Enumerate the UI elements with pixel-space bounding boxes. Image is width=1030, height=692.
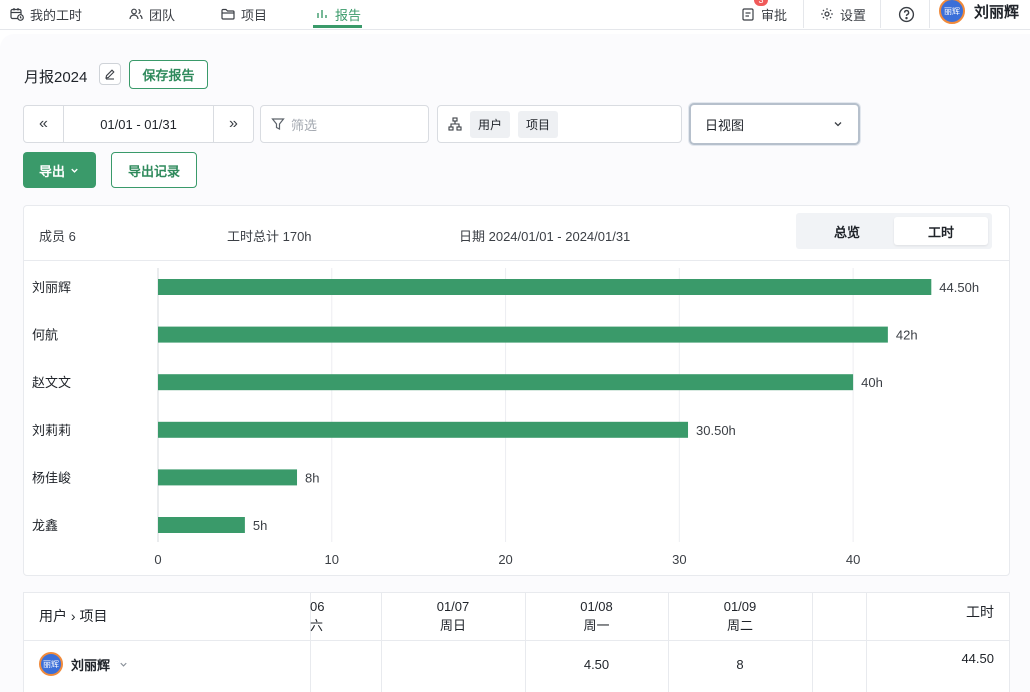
table-col-weekday: 周二 bbox=[726, 618, 753, 633]
chevron-down-icon bbox=[834, 122, 842, 127]
table-header-divider bbox=[24, 640, 1009, 641]
folder-icon bbox=[221, 8, 235, 20]
edit-title-button[interactable] bbox=[99, 63, 121, 85]
hierarchy-icon bbox=[448, 117, 462, 131]
gear-icon bbox=[821, 8, 833, 20]
avatar: 丽辉 bbox=[39, 652, 63, 676]
table-col-divider bbox=[812, 592, 813, 692]
team-icon bbox=[129, 8, 143, 20]
group-chip-user[interactable]: 用户 bbox=[470, 110, 511, 138]
y-category-label: 刘丽辉 bbox=[32, 280, 71, 295]
y-category-label: 何航 bbox=[32, 328, 58, 343]
table-header-hours: 工时 bbox=[966, 604, 994, 620]
nav-divider bbox=[880, 0, 881, 28]
total-hours: 工时总计 170h bbox=[227, 229, 312, 244]
nav-settings-label: 设置 bbox=[840, 7, 867, 23]
bar-value-label: 40h bbox=[861, 375, 883, 390]
filter-placeholder: 筛选 bbox=[291, 117, 318, 133]
save-report-button[interactable]: 保存报告 bbox=[129, 60, 208, 89]
table-cell: 4.50 bbox=[583, 657, 610, 672]
row-user-name: 刘丽辉 bbox=[71, 657, 111, 673]
active-tab-indicator bbox=[313, 25, 362, 28]
summary-date-range: 日期 2024/01/01 - 2024/01/31 bbox=[459, 229, 631, 244]
date-range-picker: « 01/01 - 01/31 » bbox=[23, 105, 254, 143]
table-col-date: 06 bbox=[310, 599, 325, 614]
next-period-button[interactable]: » bbox=[213, 106, 253, 142]
table-col-date: 01/07 bbox=[436, 599, 470, 614]
table-col-date: 01/08 bbox=[580, 599, 613, 614]
date-range-value[interactable]: 01/01 - 01/31 bbox=[64, 106, 213, 142]
user-name: 刘丽辉 bbox=[974, 3, 1020, 21]
bar bbox=[158, 421, 689, 438]
table-col-date: 01/09 bbox=[723, 599, 757, 614]
help-icon bbox=[898, 6, 915, 22]
nav-my-hours[interactable]: 我的工时 bbox=[10, 0, 82, 28]
tab-hours[interactable]: 工时 bbox=[894, 217, 988, 245]
x-tick-label: 10 bbox=[325, 552, 339, 567]
member-count: 成员 6 bbox=[39, 229, 76, 244]
group-by-selector[interactable]: 用户 项目 bbox=[437, 105, 682, 143]
nav-my-hours-label: 我的工时 bbox=[30, 7, 83, 23]
view-select[interactable]: 日视图 bbox=[689, 103, 860, 145]
bar-chart-icon bbox=[317, 10, 327, 18]
view-toggle: 总览 工时 bbox=[796, 213, 992, 249]
nav-projects[interactable]: 项目 bbox=[221, 0, 267, 28]
view-select-value: 日视图 bbox=[705, 117, 745, 133]
top-nav: 我的工时 团队 项目 报告 审批 3 设置 丽辉 刘丽辉 bbox=[0, 0, 1030, 30]
nav-divider bbox=[803, 0, 804, 28]
x-tick-label: 20 bbox=[498, 552, 512, 567]
filter-input[interactable]: 筛选 bbox=[260, 105, 429, 143]
table-cell: 8 bbox=[736, 657, 744, 672]
user-menu[interactable]: 丽辉 刘丽辉 bbox=[939, 0, 1019, 26]
y-category-label: 龙鑫 bbox=[32, 518, 58, 533]
y-category-label: 刘莉莉 bbox=[32, 423, 71, 438]
hours-bar-chart: 0 10 20 30 40 刘丽辉 44.50h 何航 42h 赵文文 40h 刘莉莉 30.50h 杨佳… bbox=[32, 268, 979, 567]
y-category-label: 杨佳峻 bbox=[32, 470, 71, 485]
avatar: 丽辉 bbox=[939, 0, 965, 24]
calendar-clock-icon bbox=[10, 8, 24, 21]
nav-reports[interactable]: 报告 bbox=[315, 0, 361, 28]
nav-approval-label: 审批 bbox=[761, 7, 788, 23]
bar bbox=[158, 517, 245, 533]
bar bbox=[158, 374, 854, 391]
export-label: 导出 bbox=[38, 163, 65, 179]
chevron-down-icon bbox=[71, 168, 78, 173]
nav-projects-label: 项目 bbox=[241, 7, 268, 23]
report-title: 月报2024 bbox=[24, 69, 88, 86]
bar-value-label: 5h bbox=[253, 518, 267, 533]
table-col-weekday: 周日 bbox=[439, 618, 466, 633]
export-log-button[interactable]: 导出记录 bbox=[111, 152, 197, 188]
nav-reports-label: 报告 bbox=[335, 7, 362, 23]
nav-team[interactable]: 团队 bbox=[129, 0, 175, 28]
prev-period-button[interactable]: « bbox=[24, 106, 64, 142]
x-tick-label: 0 bbox=[154, 552, 161, 567]
nav-divider bbox=[929, 0, 930, 28]
row-total-hours: 44.50 bbox=[961, 651, 994, 666]
bar-value-label: 8h bbox=[305, 470, 319, 485]
x-tick-label: 30 bbox=[672, 552, 686, 567]
table-col-weekday: 周一 bbox=[583, 618, 610, 633]
help-button[interactable] bbox=[898, 0, 915, 28]
row-user[interactable]: 丽辉 刘丽辉 bbox=[39, 652, 129, 676]
bar bbox=[158, 469, 298, 486]
table-col-weekday: 六 bbox=[310, 618, 324, 633]
x-tick-label: 40 bbox=[846, 552, 860, 567]
clipboard-icon bbox=[742, 8, 754, 21]
bar-value-label: 44.50h bbox=[939, 280, 979, 295]
bar-value-label: 30.50h bbox=[696, 423, 736, 438]
tab-overview[interactable]: 总览 bbox=[800, 217, 894, 245]
pencil-icon bbox=[105, 69, 115, 80]
chevron-down-icon[interactable] bbox=[118, 659, 129, 670]
group-chip-project[interactable]: 项目 bbox=[518, 110, 559, 138]
filter-icon bbox=[271, 118, 285, 130]
nav-team-label: 团队 bbox=[149, 7, 176, 23]
table-header-user-project[interactable]: 用户 › 项目 bbox=[39, 607, 107, 625]
bar bbox=[158, 279, 932, 295]
y-category-label: 赵文文 bbox=[32, 375, 71, 390]
nav-settings[interactable]: 设置 bbox=[820, 0, 866, 28]
bar-value-label: 42h bbox=[896, 328, 918, 343]
bar bbox=[158, 326, 888, 343]
export-button[interactable]: 导出 bbox=[23, 152, 96, 188]
